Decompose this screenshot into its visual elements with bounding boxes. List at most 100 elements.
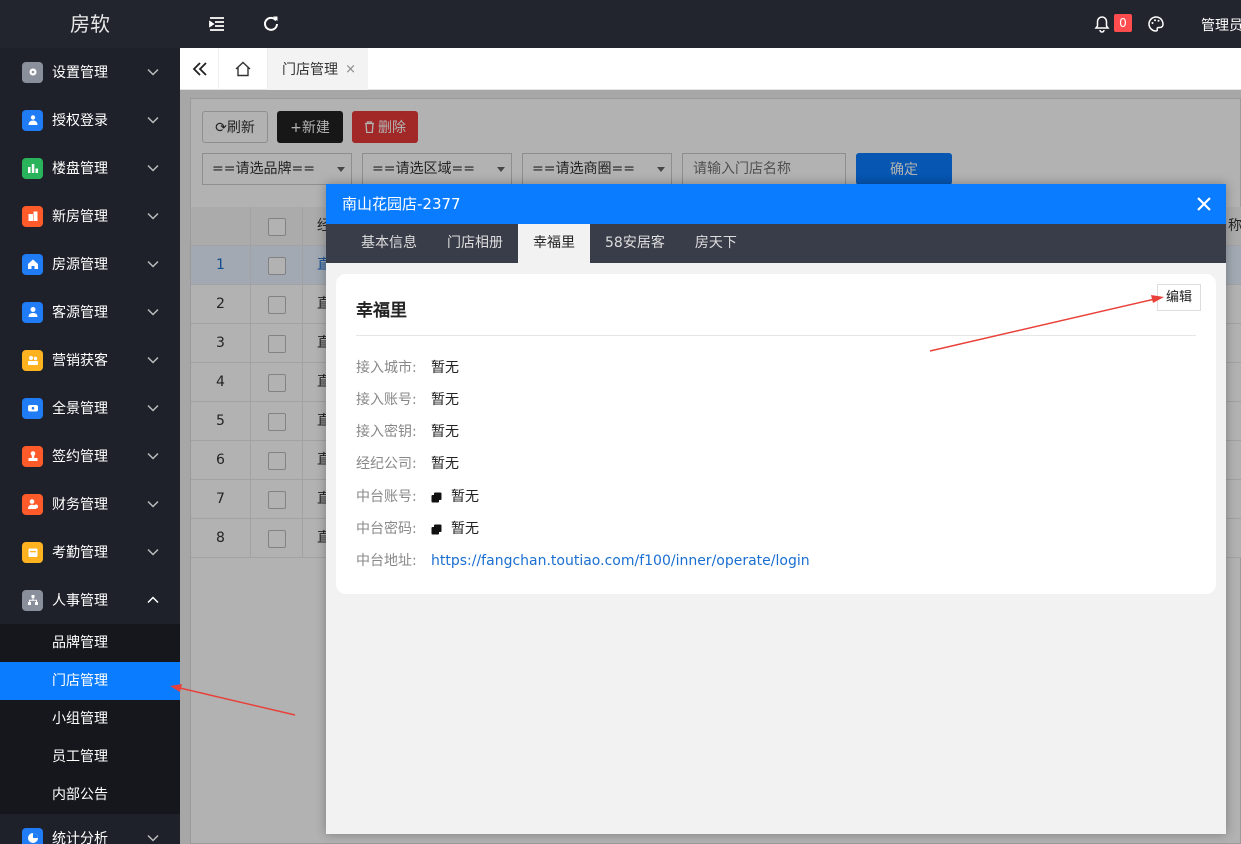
sidebar-item-label: 设置管理 — [52, 65, 108, 81]
field-label: 中台地址: — [356, 553, 417, 569]
sidebar-item-label: 授权登录 — [52, 113, 108, 129]
sidebar-menu: 设置管理授权登录楼盘管理新房管理房源管理客源管理营销获客全景管理签约管理财务管理… — [0, 48, 180, 844]
tab-label: 门店管理 — [282, 62, 338, 78]
field-label: 中台密码: — [356, 521, 417, 537]
copy-icon[interactable] — [431, 492, 442, 503]
bell-icon[interactable] — [1094, 15, 1110, 33]
app-root: 房软 设置管理授权登录楼盘管理新房管理房源管理客源管理营销获客全景管理签约管理财… — [0, 0, 1241, 844]
double-chevron-left-icon[interactable] — [190, 59, 210, 79]
edit-button[interactable]: 编辑 — [1157, 284, 1201, 311]
chevron-down-icon — [147, 356, 159, 364]
admin-user-label[interactable]: 管理员 — [1201, 15, 1241, 35]
field-label: 接入账号: — [356, 392, 417, 408]
copy-icon[interactable] — [431, 524, 442, 535]
gear-icon — [22, 61, 43, 83]
calendar-icon — [22, 541, 43, 563]
sidebar-subitem-2[interactable]: 小组管理 — [0, 700, 180, 738]
modal-header: 南山花园店-2377 — [326, 184, 1226, 224]
modal-tab-3[interactable]: 58安居客 — [590, 224, 680, 263]
field-label: 经纪公司: — [356, 456, 417, 472]
modal-tab-0[interactable]: 基本信息 — [346, 224, 432, 263]
sidebar-item-5[interactable]: 客源管理 — [0, 288, 180, 336]
finance-user-icon — [22, 493, 43, 515]
platform-card: 幸福里 编辑 接入城市: 暂无 接入账号: 暂无 接入密钥: 暂无 经纪公司: 暂无 中台账号:… — [336, 274, 1216, 594]
sidebar-item-8[interactable]: 签约管理 — [0, 432, 180, 480]
chevron-down-icon — [147, 500, 159, 508]
close-icon[interactable] — [1194, 194, 1214, 214]
sidebar-subitem-3[interactable]: 员工管理 — [0, 738, 180, 776]
sidebar-item-10[interactable]: 考勤管理 — [0, 528, 180, 576]
field-value: 暂无 — [431, 360, 459, 376]
sidebar-item-label: 财务管理 — [52, 497, 108, 513]
field-label: 接入城市: — [356, 360, 417, 376]
sidebar-item-3[interactable]: 新房管理 — [0, 192, 180, 240]
user-icon — [22, 301, 43, 323]
field-label: 接入密钥: — [356, 424, 417, 440]
tab-home[interactable] — [218, 48, 268, 90]
tab-close-icon[interactable]: × — [345, 62, 356, 77]
sidebar-subitem-4[interactable]: 内部公告 — [0, 776, 180, 814]
chevron-down-icon — [147, 260, 159, 268]
card-title: 幸福里 — [356, 301, 407, 321]
field-value: 暂无 — [431, 424, 459, 440]
sidebar-item-4[interactable]: 房源管理 — [0, 240, 180, 288]
chevron-down-icon — [147, 68, 159, 76]
sidebar-item-0[interactable]: 设置管理 — [0, 48, 180, 96]
sidebar-item-1[interactable]: 授权登录 — [0, 96, 180, 144]
chevron-up-icon — [147, 596, 159, 604]
chevron-down-icon — [147, 164, 159, 172]
sidebar-item-label: 统计分析 — [52, 831, 108, 844]
sidebar-subitem-0[interactable]: 品牌管理 — [0, 624, 180, 662]
sidebar-item-label: 楼盘管理 — [52, 161, 108, 177]
sidebar-item-label: 考勤管理 — [52, 545, 108, 561]
sidebar-item-11[interactable]: 人事管理 — [0, 576, 180, 624]
home-icon — [235, 61, 251, 77]
field-row: 接入账号: 暂无 — [356, 390, 459, 410]
notification-badge[interactable]: 0 — [1114, 14, 1132, 32]
menu-fold-icon[interactable] — [207, 14, 227, 34]
sidebar-item-label: 新房管理 — [52, 209, 108, 225]
org-icon — [22, 589, 43, 611]
sidebar-item-2[interactable]: 楼盘管理 — [0, 144, 180, 192]
field-row: 接入城市: 暂无 — [356, 358, 459, 378]
people-icon — [22, 349, 43, 371]
field-value: 暂无 — [451, 489, 479, 505]
reload-icon[interactable] — [261, 14, 281, 34]
sidebar-item-label: 营销获客 — [52, 353, 108, 369]
chevron-down-icon — [147, 212, 159, 220]
sidebar-item-label: 签约管理 — [52, 449, 108, 465]
tab-bar: 门店管理 × — [180, 48, 1241, 90]
pie-chart-icon — [22, 827, 43, 844]
panorama-icon — [22, 397, 43, 419]
modal-tab-1[interactable]: 门店相册 — [432, 224, 518, 263]
top-bar: 0 管理员 — [180, 0, 1241, 48]
users-icon — [22, 109, 43, 131]
app-logo: 房软 — [0, 0, 180, 48]
sidebar-item-7[interactable]: 全景管理 — [0, 384, 180, 432]
chevron-down-icon — [147, 116, 159, 124]
chevron-down-icon — [147, 404, 159, 412]
field-value: 暂无 — [431, 392, 459, 408]
modal-tab-2[interactable]: 幸福里 — [518, 224, 590, 263]
tab-store-management[interactable]: 门店管理 × — [268, 48, 368, 90]
sidebar-item-9[interactable]: 财务管理 — [0, 480, 180, 528]
stamp-icon — [22, 445, 43, 467]
divider — [356, 335, 1196, 336]
modal-tabs: 基本信息 门店相册 幸福里 58安居客 房天下 — [326, 224, 1226, 263]
building-icon — [22, 205, 43, 227]
chevron-down-icon — [147, 834, 159, 842]
chevron-down-icon — [147, 452, 159, 460]
sidebar-subitem-1[interactable]: 门店管理 — [0, 662, 180, 700]
sidebar-item-6[interactable]: 营销获客 — [0, 336, 180, 384]
modal-tab-4[interactable]: 房天下 — [680, 224, 752, 263]
field-row: 接入密钥: 暂无 — [356, 422, 459, 442]
store-detail-modal: 南山花园店-2377 基本信息 门店相册 幸福里 58安居客 房天下 幸福里 编辑 接入… — [326, 184, 1226, 834]
sidebar-item-label: 房源管理 — [52, 257, 108, 273]
palette-icon[interactable] — [1147, 15, 1165, 33]
field-value: 暂无 — [431, 456, 459, 472]
chevron-down-icon — [147, 308, 159, 316]
field-link[interactable]: https://fangchan.toutiao.com/f100/inner/… — [431, 551, 810, 571]
sidebar-item-stats[interactable]: 统计分析 — [0, 814, 180, 844]
chevron-down-icon — [147, 548, 159, 556]
modal-title: 南山花园店-2377 — [342, 195, 461, 213]
